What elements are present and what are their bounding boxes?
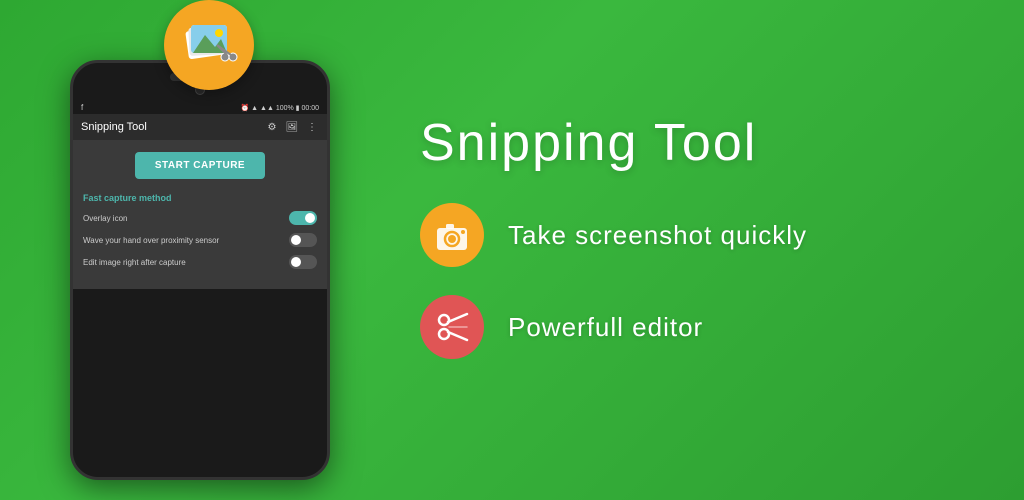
toggle-row-overlay: Overlay icon: [83, 211, 317, 225]
toggle-wave[interactable]: [289, 233, 317, 247]
feature-editor-text: Powerfull editor: [508, 312, 703, 343]
camera-icon-circle: [420, 203, 484, 267]
app-toolbar: Snipping Tool ⚙ 🖼 ⋮: [73, 114, 327, 140]
toggle-edit[interactable]: [289, 255, 317, 269]
feature-editor: Powerfull editor: [420, 295, 964, 359]
status-bar: f ⏰ ▲ ▲▲ 100% ▮ 00:00: [73, 101, 327, 114]
features-section: Snipping Tool Take screenshot quickly: [360, 113, 964, 387]
toggle-row-wave: Wave your hand over proximity sensor: [83, 233, 317, 247]
gallery-icon[interactable]: 🖼: [285, 120, 299, 134]
app-icon: [164, 0, 254, 90]
toolbar-actions: ⚙ 🖼 ⋮: [265, 120, 319, 134]
settings-icon[interactable]: ⚙: [265, 120, 279, 134]
feature-screenshot: Take screenshot quickly: [420, 203, 964, 267]
screen-content: START CAPTURE Fast capture method Overla…: [73, 140, 327, 289]
status-icons: ⏰ ▲ ▲▲ 100% ▮ 00:00: [241, 104, 320, 112]
phone-mockup: f ⏰ ▲ ▲▲ 100% ▮ 00:00 Snipping Tool ⚙ 🖼 …: [40, 20, 360, 480]
scissors-icon-circle: [420, 295, 484, 359]
app-title: Snipping Tool: [420, 113, 964, 173]
status-app-icon: f: [81, 103, 83, 112]
toggle-label-overlay: Overlay icon: [83, 214, 127, 223]
phone-body: f ⏰ ▲ ▲▲ 100% ▮ 00:00 Snipping Tool ⚙ 🖼 …: [70, 60, 330, 480]
toggle-row-edit: Edit image right after capture: [83, 255, 317, 269]
toolbar-title: Snipping Tool: [81, 121, 147, 133]
toggle-label-wave: Wave your hand over proximity sensor: [83, 236, 219, 245]
toggle-overlay[interactable]: [289, 211, 317, 225]
section-title: Fast capture method: [83, 193, 317, 203]
feature-screenshot-text: Take screenshot quickly: [508, 220, 807, 251]
toggle-label-edit: Edit image right after capture: [83, 258, 186, 267]
start-capture-button[interactable]: START CAPTURE: [135, 152, 265, 179]
more-icon[interactable]: ⋮: [305, 120, 319, 134]
